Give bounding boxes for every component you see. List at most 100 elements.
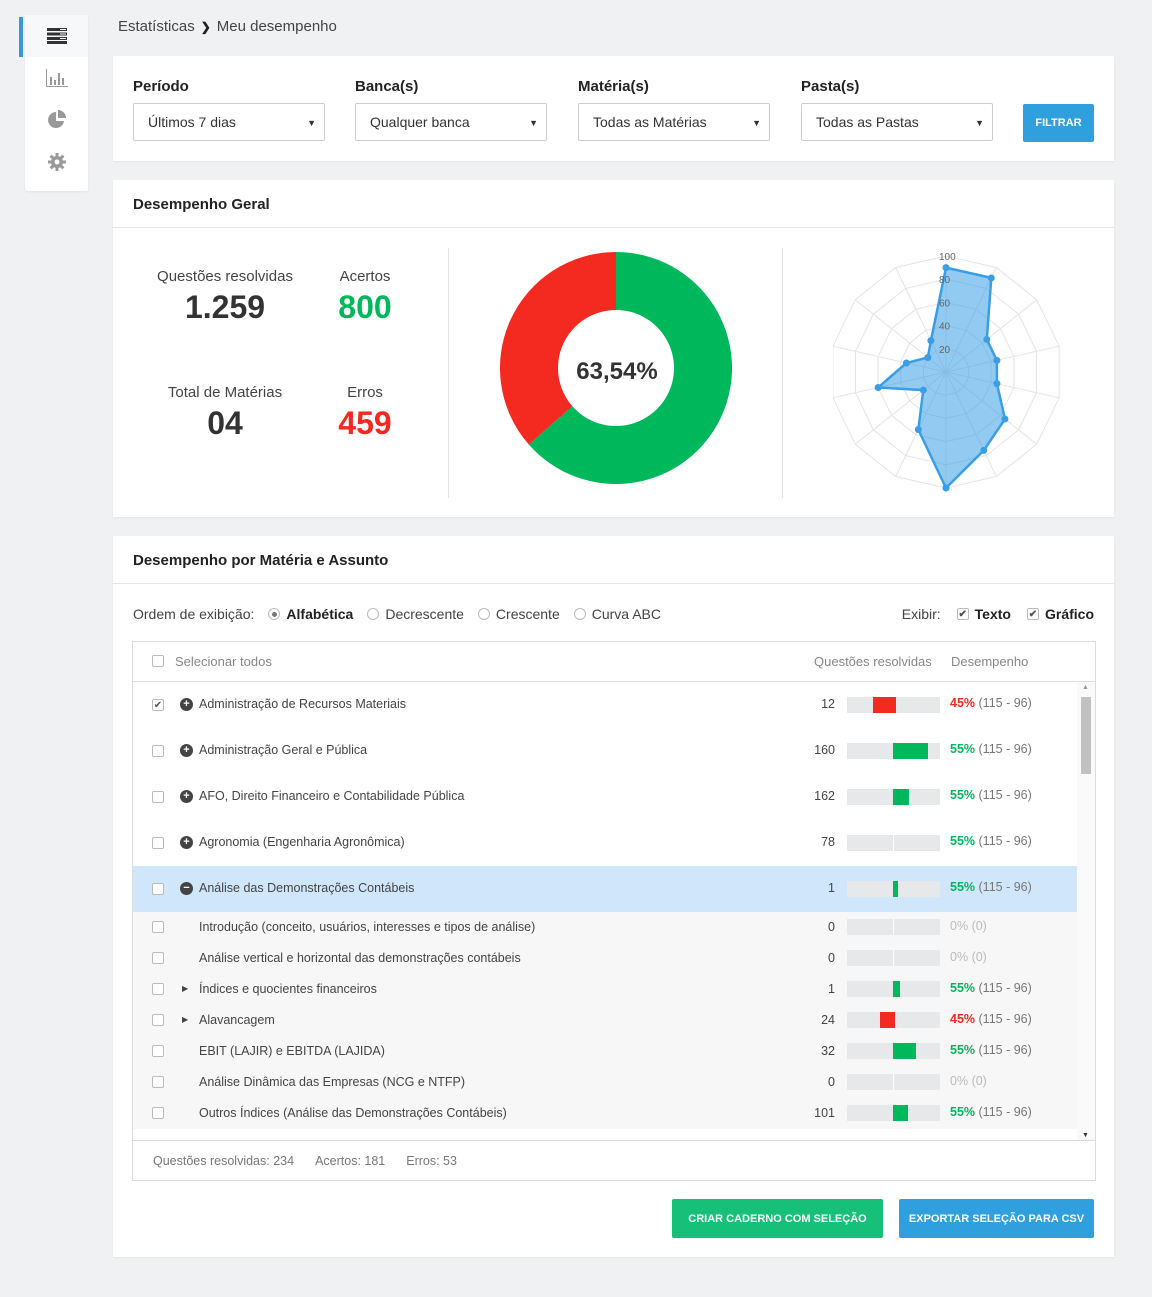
bancas-select-value: Qualquer banca — [370, 114, 470, 130]
row-checkbox[interactable] — [152, 1076, 164, 1088]
scrollbar[interactable]: ▲ ▼ — [1077, 682, 1095, 1141]
row-percent: 0% — [950, 950, 969, 964]
table-row[interactable]: ✔ + Administração de Recursos Materiais 12 4… — [133, 682, 1078, 728]
row-checkbox[interactable] — [152, 1045, 164, 1057]
scroll-up-icon[interactable]: ▲ — [1082, 684, 1089, 691]
plus-circle-icon[interactable]: + — [180, 744, 193, 757]
radio-decrescente[interactable]: Decrescente — [367, 606, 464, 622]
radar-tick-label: 20 — [939, 345, 951, 356]
check-icon: ✔ — [1026, 608, 1039, 620]
select-all-checkbox[interactable] — [152, 655, 164, 667]
caret-down-icon: ▼ — [752, 118, 761, 128]
caret-right-icon[interactable]: ▶ — [182, 1015, 188, 1024]
desempenho-materia-card: Desempenho por Matéria e Assunto Ordem d… — [113, 536, 1114, 1257]
table-subrow[interactable]: Análise vertical e horizontal das demons… — [133, 943, 1078, 974]
radar-point — [914, 425, 922, 433]
table-row[interactable]: + Agronomia (Engenharia Agronômica) 78 55% … — [133, 820, 1078, 866]
filter-bancas-label: Banca(s) — [355, 78, 419, 95]
bar-midline — [893, 919, 894, 935]
radio-alfabetica[interactable]: Alfabética — [268, 606, 353, 622]
filter-periodo-label: Período — [133, 78, 189, 95]
row-questoes: 24 — [821, 1013, 835, 1027]
table-row[interactable]: − Análise das Demonstrações Contábeis 1 55%… — [133, 866, 1078, 912]
checkbox-texto[interactable]: ✔ Texto — [956, 606, 1011, 622]
stat-questoes-value: 1.259 — [184, 289, 266, 325]
breadcrumb-parent[interactable]: Estatísticas — [118, 18, 195, 35]
table-subrow[interactable]: EBIT (LAJIR) e EBITDA (LAJIDA) 32 55% (115… — [133, 1036, 1078, 1067]
row-checkbox[interactable] — [152, 1014, 164, 1026]
criar-caderno-button[interactable]: CRIAR CADERNO COM SELEÇÃO — [672, 1199, 883, 1238]
exportar-csv-button[interactable]: EXPORTAR SELEÇÃO PARA CSV — [899, 1199, 1094, 1238]
row-checkbox[interactable] — [152, 883, 164, 895]
filters-card: Período Últimos 7 dias ▼ Banca(s) Qualque… — [113, 56, 1114, 161]
table-row[interactable]: + Administração Geral e Pública 160 55% (11… — [133, 728, 1078, 774]
select-all-label[interactable]: Selecionar todos — [175, 654, 272, 669]
bar-fill — [893, 789, 909, 805]
radio-dot — [268, 608, 281, 620]
col-desempenho-header: Desempenho — [951, 654, 1029, 669]
pastas-select[interactable]: Todas as Pastas ▼ — [801, 103, 993, 141]
minus-circle-icon[interactable]: − — [180, 882, 193, 895]
gear-icon — [47, 153, 66, 171]
stat-erros-value: 459 — [338, 405, 392, 441]
bar-fill — [893, 1105, 908, 1121]
radio-curva-abc[interactable]: Curva ABC — [573, 606, 661, 622]
performance-bar — [847, 789, 940, 805]
sidebar-item-pie-chart[interactable] — [25, 99, 88, 141]
scrollbar-thumb[interactable] — [1081, 697, 1091, 774]
table-subrow[interactable]: ▶ Índices e quocientes financeiros 1 55% (1… — [133, 974, 1078, 1005]
exibir-group: Exibir: ✔ Texto ✔ Gráfico — [902, 606, 1094, 622]
plus-circle-icon[interactable]: + — [180, 698, 193, 711]
checkbox-grafico[interactable]: ✔ Gráfico — [1026, 606, 1094, 622]
table-subrow[interactable]: ▶ Alavancagem 24 45% (115 - 96) — [133, 1005, 1078, 1036]
row-desempenho: 55% (115 - 96) — [950, 981, 1032, 995]
row-checkbox[interactable] — [152, 952, 164, 964]
plus-circle-icon[interactable]: + — [180, 790, 193, 803]
chevron-right-icon: ❯ — [200, 19, 211, 34]
radio-label: Curva ABC — [591, 606, 661, 622]
row-checkbox[interactable] — [152, 921, 164, 933]
row-percent: 45% — [950, 1012, 976, 1026]
table-subrow[interactable]: Outros Índices (Análise das Demonstraçõe… — [133, 1098, 1078, 1129]
row-checkbox[interactable] — [152, 745, 164, 757]
row-questoes: 1 — [828, 881, 835, 895]
performance-bar — [847, 981, 940, 997]
performance-bar — [847, 950, 940, 966]
radar-tick-label: 100 — [939, 252, 956, 263]
radio-crescente[interactable]: Crescente — [477, 606, 560, 622]
table-row[interactable]: + AFO, Direito Financeiro e Contabilidade… — [133, 774, 1078, 820]
row-checkbox[interactable]: ✔ — [152, 699, 164, 711]
row-percent: 55% — [950, 1043, 976, 1057]
radar-point — [927, 337, 935, 345]
row-percent: 45% — [950, 696, 976, 710]
radar-point — [942, 264, 950, 272]
filtrar-button[interactable]: FILTRAR — [1023, 104, 1094, 142]
radar-point — [983, 335, 991, 343]
table-subrow[interactable]: Análise Dinâmica das Empresas (NCG e NTF… — [133, 1067, 1078, 1098]
sidebar-item-bar-chart[interactable] — [25, 57, 88, 99]
plus-circle-icon[interactable]: + — [180, 836, 193, 849]
radio-dot — [573, 608, 586, 620]
row-name: Introdução (conceito, usuários, interess… — [199, 920, 536, 934]
row-checkbox[interactable] — [152, 983, 164, 995]
scroll-down-icon[interactable]: ▼ — [1082, 1132, 1089, 1139]
row-checkbox[interactable] — [152, 837, 164, 849]
footer-questoes: Questões resolvidas: 234 — [153, 1153, 295, 1168]
sidebar-item-list[interactable] — [19, 15, 88, 57]
caret-down-icon: ▼ — [529, 118, 538, 128]
row-checkbox[interactable] — [152, 1107, 164, 1119]
bancas-select[interactable]: Qualquer banca ▼ — [355, 103, 547, 141]
table-subrow[interactable]: Introdução (conceito, usuários, interess… — [133, 912, 1078, 943]
periodo-select[interactable]: Últimos 7 dias ▼ — [133, 103, 325, 141]
sidebar-item-settings[interactable] — [25, 141, 88, 183]
filter-pastas-label: Pasta(s) — [801, 78, 860, 95]
materias-select[interactable]: Todas as Matérias ▼ — [578, 103, 770, 141]
row-name: Índices e quocientes financeiros — [199, 982, 377, 996]
row-questoes: 0 — [828, 920, 835, 934]
row-checkbox[interactable] — [152, 791, 164, 803]
caret-down-icon: ▼ — [975, 118, 984, 128]
row-questoes: 12 — [821, 697, 835, 711]
caret-right-icon[interactable]: ▶ — [182, 984, 188, 993]
stat-materias-value: 04 — [207, 405, 243, 441]
row-desempenho: 0% (0) — [950, 950, 987, 964]
